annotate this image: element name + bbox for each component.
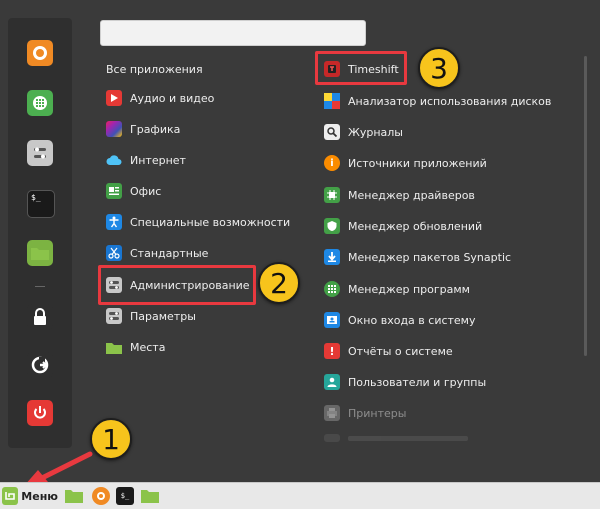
app-software-manager[interactable]: Менеджер программ (324, 278, 574, 300)
app-label: Источники приложений (348, 156, 487, 170)
menu-button-label: Меню (21, 489, 58, 503)
annotation-badge-3: 3 (418, 47, 460, 89)
category-places[interactable]: Места (106, 336, 296, 358)
update-manager-icon (324, 218, 340, 234)
power-icon[interactable] (27, 400, 53, 426)
driver-manager-icon (324, 187, 340, 203)
app-label: Менеджер программ (348, 282, 470, 296)
category-office[interactable]: Офис (106, 180, 296, 202)
disk-usage-icon (324, 93, 340, 109)
category-audio-video[interactable]: Аудио и видео (106, 87, 296, 109)
play-icon (106, 90, 122, 106)
category-label: Офис (130, 184, 162, 198)
login-window-icon (324, 312, 340, 328)
category-label: Параметры (130, 309, 196, 323)
system-reports-icon: ! (324, 343, 340, 359)
taskbar-files-icon[interactable] (140, 487, 160, 505)
cloud-icon (106, 152, 122, 168)
app-label: Отчёты о системе (348, 344, 453, 358)
lock-screen-icon[interactable] (27, 304, 53, 330)
category-label: Графика (130, 122, 181, 136)
software-manager-fav-icon[interactable] (27, 90, 53, 116)
office-icon (106, 183, 122, 199)
app-system-reports[interactable]: ! Отчёты о системе (324, 340, 574, 362)
firefox-icon[interactable] (27, 40, 53, 66)
app-list-scrollbar[interactable] (584, 56, 587, 356)
settings-fav-icon[interactable] (27, 140, 53, 166)
app-label: Менеджер драйверов (348, 188, 475, 202)
category-label: Аудио и видео (130, 91, 215, 105)
app-disk-usage-analyzer[interactable]: Анализатор использования дисков (324, 90, 574, 112)
files-fav-icon[interactable] (27, 240, 53, 266)
taskbar: Меню $_ (0, 482, 600, 509)
category-label: Все приложения (106, 62, 203, 76)
logout-icon[interactable] (27, 352, 53, 378)
search-box (100, 20, 366, 46)
settings-icon (106, 308, 122, 324)
menu-button[interactable]: Меню (2, 486, 58, 506)
taskbar-show-desktop-icon[interactable] (64, 487, 84, 505)
app-software-sources[interactable]: i Источники приложений (324, 152, 574, 174)
highlight-administration (98, 265, 256, 305)
category-accessories[interactable]: Стандартные (106, 242, 296, 264)
software-manager-icon (324, 281, 340, 297)
scissors-icon (106, 245, 122, 261)
logs-icon (324, 124, 340, 140)
users-groups-icon (324, 374, 340, 390)
highlight-timeshift (315, 51, 407, 85)
annotation-badge-2: 2 (258, 262, 300, 304)
category-label: Специальные возможности (130, 215, 291, 229)
printers-icon (324, 405, 340, 421)
accessibility-icon (106, 214, 122, 230)
category-label: Стандартные (130, 246, 209, 260)
mint-logo-icon (2, 487, 19, 505)
category-label: Интернет (130, 153, 186, 167)
sources-icon: i (324, 155, 340, 171)
folder-icon (106, 339, 122, 355)
terminal-fav-icon[interactable]: $_ (27, 190, 55, 218)
sidebar-separator (35, 286, 45, 287)
app-faded-next (324, 433, 574, 443)
app-label: Журналы (348, 125, 403, 139)
app-label: Пользователи и группы (348, 375, 487, 389)
app-logs[interactable]: Журналы (324, 121, 574, 143)
app-login-window[interactable]: Окно входа в систему (324, 309, 574, 331)
taskbar-terminal-icon[interactable]: $_ (116, 487, 134, 505)
category-all-apps[interactable]: Все приложения (106, 58, 296, 80)
category-label: Места (130, 340, 166, 354)
app-synaptic[interactable]: Менеджер пакетов Synaptic (324, 246, 574, 268)
app-update-manager[interactable]: Менеджер обновлений (324, 215, 574, 237)
app-label: Принтеры (348, 406, 407, 420)
graphics-icon (106, 121, 122, 137)
category-graphics[interactable]: Графика (106, 118, 296, 140)
app-printers[interactable]: Принтеры (324, 402, 574, 424)
synaptic-icon (324, 249, 340, 265)
category-accessibility[interactable]: Специальные возможности (106, 211, 296, 233)
app-label: Окно входа в систему (348, 313, 476, 327)
taskbar-firefox-icon[interactable] (92, 487, 110, 505)
app-label: Менеджер пакетов Synaptic (348, 250, 512, 264)
category-internet[interactable]: Интернет (106, 149, 296, 171)
category-preferences[interactable]: Параметры (106, 305, 296, 327)
app-label: Анализатор использования дисков (348, 94, 552, 108)
faded-app-icon (324, 434, 340, 442)
faded-app-label (348, 435, 468, 441)
favorites-sidebar: $_ (8, 18, 72, 448)
app-driver-manager[interactable]: Менеджер драйверов (324, 184, 574, 206)
application-menu: $_ Все приложения Аудио и видео Графика (0, 0, 600, 482)
app-label: Менеджер обновлений (348, 219, 483, 233)
search-input[interactable] (101, 21, 365, 43)
app-users-groups[interactable]: Пользователи и группы (324, 371, 574, 393)
